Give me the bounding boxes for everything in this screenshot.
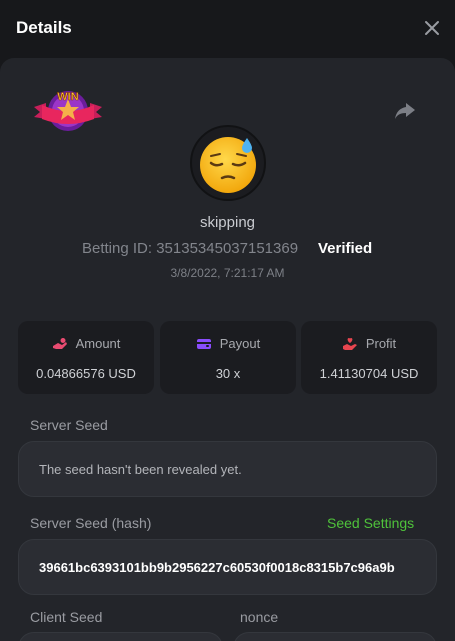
payout-label: Payout xyxy=(219,336,261,351)
betting-id-value: 35135345037151369 xyxy=(156,240,299,257)
client-seed-field[interactable] xyxy=(18,632,223,641)
server-seed-label: Server Seed xyxy=(30,417,108,433)
nonce-label: nonce xyxy=(240,609,279,625)
wallet-icon xyxy=(196,338,211,349)
seed-settings-link[interactable]: Seed Settings xyxy=(327,515,414,531)
hand-coin-icon xyxy=(52,337,67,349)
share-icon[interactable] xyxy=(393,100,417,122)
win-badge-icon: WIN xyxy=(34,91,102,131)
close-icon[interactable] xyxy=(423,19,441,37)
profit-label: Profit xyxy=(365,336,397,351)
server-seed-hash-label: Server Seed (hash) xyxy=(30,515,152,531)
server-seed-field[interactable]: The seed hasn't been revealed yet. xyxy=(18,441,437,497)
modal-title: Details xyxy=(16,18,72,37)
hand-heart-icon xyxy=(342,337,357,350)
payout-value: 30 x xyxy=(215,366,241,381)
client-seed-label: Client Seed xyxy=(30,609,103,625)
nonce-field[interactable] xyxy=(233,632,437,641)
profit-value: 1.41130704 USD xyxy=(319,366,419,381)
avatar xyxy=(190,125,266,201)
sleepy-emoji-icon xyxy=(200,137,256,193)
betting-id: Betting ID: 35135345037151369 xyxy=(82,240,298,257)
amount-value: 0.04866576 USD xyxy=(36,366,136,381)
server-seed-hash-field[interactable]: 39661bc6393101bb9b2956227c60530f0018c831… xyxy=(18,539,437,595)
verified-label: Verified xyxy=(318,240,373,257)
username: skipping xyxy=(199,214,256,231)
profit-card: Profit 1.41130704 USD xyxy=(301,321,437,394)
bet-timestamp: 3/8/2022, 7:21:17 AM xyxy=(170,266,285,280)
modal-header: Details xyxy=(0,0,455,58)
amount-card: Amount 0.04866576 USD xyxy=(18,321,154,394)
badge-text: WIN xyxy=(57,91,78,103)
amount-label: Amount xyxy=(75,336,121,351)
betting-id-label: Betting ID: xyxy=(82,240,153,257)
payout-card: Payout 30 x xyxy=(160,321,296,394)
